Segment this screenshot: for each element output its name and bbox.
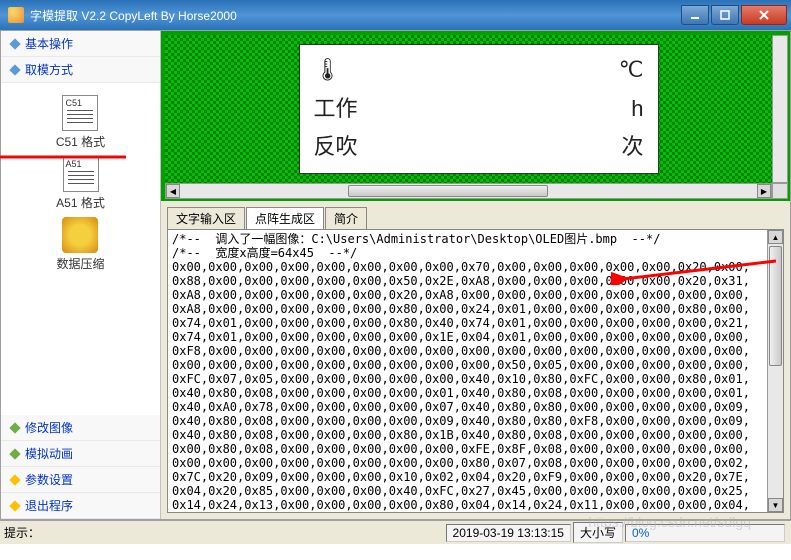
close-button[interactable]: [741, 5, 787, 25]
a51-icon: [63, 156, 99, 192]
status-progress: 0%: [632, 526, 649, 540]
lcd-preview: 🌡 ℃ 工作 h 反吹 次: [299, 44, 659, 174]
lcd-cell: 🌡: [314, 57, 342, 83]
tool-a51-format[interactable]: A51 格式: [56, 154, 105, 211]
lcd-cell: h: [631, 96, 643, 122]
window-controls: [679, 5, 787, 25]
output-scrollbar-vertical[interactable]: ▲ ▼: [767, 230, 783, 512]
maximize-button[interactable]: [711, 5, 739, 25]
sidebar-tab-params[interactable]: 参数设置: [1, 467, 160, 493]
title-bar: 字模提取 V2.2 CopyLeft By Horse2000: [0, 0, 791, 30]
output-tabs: 文字输入区 点阵生成区 简介: [167, 207, 784, 229]
lcd-cell: 工作: [314, 96, 358, 122]
content-area: 🌡 ℃ 工作 h 反吹 次 ◀ ▶ 文字输入区 点阵生成区 简介 /*-- 调入了一幅…: [161, 31, 790, 519]
tool-data-compress[interactable]: 数据压缩: [56, 215, 104, 272]
status-date: 2019-03-19 13:13:15: [446, 524, 571, 542]
sidebar-tab-animate[interactable]: 模拟动画: [1, 441, 160, 467]
output-textarea-wrap: /*-- 调入了一幅图像：C:\Users\Administrator\Desk…: [167, 229, 784, 513]
app-icon: [8, 7, 24, 23]
scroll-right-icon[interactable]: ▶: [757, 184, 771, 198]
c51-icon: [62, 95, 98, 131]
status-tip-label: 提示：: [4, 524, 40, 541]
tool-label: 数据压缩: [56, 255, 104, 272]
output-textarea[interactable]: /*-- 调入了一幅图像：C:\Users\Administrator\Desk…: [168, 230, 767, 512]
window-title: 字模提取 V2.2 CopyLeft By Horse2000: [30, 7, 237, 24]
scroll-left-icon[interactable]: ◀: [166, 184, 180, 198]
tab-about[interactable]: 简介: [325, 207, 367, 229]
sidebar-tab-mode[interactable]: 取模方式: [1, 57, 160, 83]
main-area: 基本操作 取模方式 C51 格式 A51 格式 数据压缩 修改图像 模拟动画 参…: [0, 30, 791, 520]
lcd-cell: 次: [621, 134, 643, 160]
status-caps: 大小写: [573, 522, 623, 543]
tool-c51-format[interactable]: C51 格式: [56, 93, 105, 150]
scroll-up-icon[interactable]: ▲: [768, 230, 783, 244]
scroll-thumb[interactable]: [348, 185, 548, 197]
lcd-cell: 反吹: [314, 134, 358, 160]
output-panel: 文字输入区 点阵生成区 简介 /*-- 调入了一幅图像：C:\Users\Adm…: [161, 201, 790, 519]
lcd-cell: ℃: [619, 57, 644, 83]
scroll-corner: [772, 183, 788, 199]
sidebar-tab-basic[interactable]: 基本操作: [1, 31, 160, 57]
sidebar: 基本操作 取模方式 C51 格式 A51 格式 数据压缩 修改图像 模拟动画 参…: [1, 31, 161, 519]
preview-scrollbar-vertical[interactable]: [772, 35, 788, 183]
preview-scrollbar-horizontal[interactable]: ◀ ▶: [165, 183, 772, 199]
tool-label: C51 格式: [56, 133, 105, 150]
sidebar-tab-modify[interactable]: 修改图像: [1, 415, 160, 441]
preview-canvas[interactable]: 🌡 ℃ 工作 h 反吹 次: [165, 35, 772, 183]
preview-panel: 🌡 ℃ 工作 h 反吹 次 ◀ ▶: [161, 31, 790, 201]
sidebar-tab-exit[interactable]: 退出程序: [1, 493, 160, 519]
tab-text-input[interactable]: 文字输入区: [167, 207, 245, 229]
tab-bitmap-output[interactable]: 点阵生成区: [246, 207, 324, 229]
scroll-down-icon[interactable]: ▼: [768, 498, 783, 512]
cube-icon: [62, 217, 98, 253]
scroll-thumb[interactable]: [769, 246, 782, 366]
tool-label: A51 格式: [56, 194, 105, 211]
status-bar: 提示： 2019-03-19 13:13:15 大小写 0%: [0, 520, 791, 544]
sidebar-tools: C51 格式 A51 格式 数据压缩: [1, 83, 160, 415]
minimize-button[interactable]: [681, 5, 709, 25]
